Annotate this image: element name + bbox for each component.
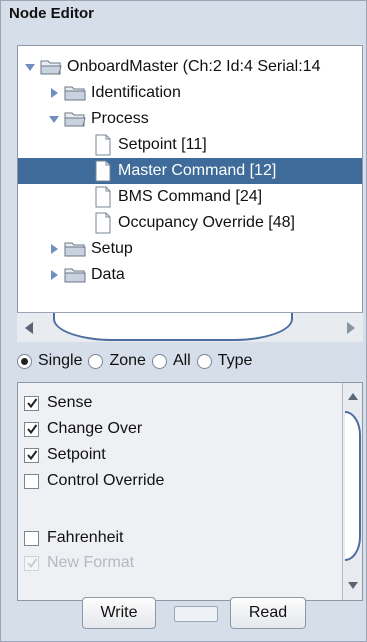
- tree-item-process[interactable]: Process: [48, 106, 149, 132]
- check-new-format[interactable]: New Format: [24, 551, 134, 575]
- radio-unselected-icon[interactable]: [151, 353, 167, 369]
- check-fahrenheit[interactable]: Fahrenheit: [24, 526, 124, 550]
- radio-single[interactable]: Single: [17, 352, 82, 370]
- tree-item-label: Occupancy Override [48]: [118, 214, 295, 231]
- radio-zone[interactable]: Zone: [88, 352, 146, 370]
- expand-right-icon[interactable]: [48, 87, 60, 99]
- check-label: New Format: [47, 554, 135, 571]
- tree-item-label: OnboardMaster (Ch:2 Id:4 Serial:14: [67, 58, 321, 75]
- write-button[interactable]: Write: [82, 597, 156, 629]
- radio-unselected-icon[interactable]: [88, 353, 104, 369]
- expand-down-icon[interactable]: [48, 113, 60, 125]
- folder-open-icon: [64, 110, 86, 128]
- flags-checklist: Sense Change Over Setpoint Control Overr…: [17, 382, 363, 601]
- tree-item-setpoint[interactable]: Setpoint [11]: [94, 132, 213, 158]
- expand-right-icon[interactable]: [48, 269, 60, 281]
- tree-item-occupancy-override[interactable]: Occupancy Override [48]: [94, 210, 295, 236]
- tree-item-onboardmaster[interactable]: OnboardMaster (Ch:2 Id:4 Serial:14: [24, 54, 320, 80]
- radio-label: All: [172, 352, 191, 369]
- checkbox-checked-icon[interactable]: [24, 395, 39, 411]
- check-sense[interactable]: Sense: [24, 391, 92, 415]
- checkbox-checked-icon[interactable]: [24, 555, 39, 571]
- check-change-over[interactable]: Change Over: [24, 417, 142, 441]
- checklist-vertical-scrollbar[interactable]: [342, 383, 362, 600]
- tree-item-label: Setpoint [11]: [118, 136, 207, 153]
- folder-open-icon: [40, 58, 62, 76]
- check-setpoint[interactable]: Setpoint: [24, 443, 106, 467]
- check-label: Change Over: [47, 420, 143, 437]
- radio-type[interactable]: Type: [196, 352, 253, 370]
- check-control-override[interactable]: Control Override: [24, 469, 164, 493]
- radio-unselected-icon[interactable]: [196, 353, 212, 369]
- checkbox-unchecked-icon[interactable]: [24, 530, 39, 546]
- tree-item-label: Setup: [91, 240, 133, 257]
- radio-selected-icon[interactable]: [17, 353, 32, 369]
- tree-item-bms-command[interactable]: BMS Command [24]: [94, 184, 262, 210]
- radio-all[interactable]: All: [151, 352, 191, 370]
- scroll-up-icon[interactable]: [345, 389, 361, 403]
- scrollbar-thumb[interactable]: [53, 313, 293, 341]
- tree-item-label: Data: [91, 266, 125, 283]
- document-icon: [94, 186, 112, 208]
- tree-horizontal-scrollbar[interactable]: [17, 312, 363, 342]
- folder-icon: [64, 84, 86, 102]
- document-icon: [94, 160, 112, 182]
- document-icon: [94, 212, 112, 234]
- read-button[interactable]: Read: [230, 597, 306, 629]
- folder-icon: [64, 266, 86, 284]
- check-label: Setpoint: [47, 446, 106, 463]
- checkbox-checked-icon[interactable]: [24, 447, 39, 463]
- tree-item-label: Master Command [12]: [118, 162, 277, 179]
- tree-item-label: Identification: [91, 84, 181, 101]
- check-label: Fahrenheit: [47, 529, 124, 546]
- expand-down-icon[interactable]: [24, 61, 36, 73]
- scroll-right-icon[interactable]: [339, 319, 361, 337]
- tree-item-label: BMS Command [24]: [118, 188, 263, 205]
- scroll-down-icon[interactable]: [345, 579, 361, 593]
- folder-icon: [64, 240, 86, 258]
- document-icon: [94, 134, 112, 156]
- tree-item-data[interactable]: Data: [48, 262, 125, 288]
- tree-item-setup[interactable]: Setup: [48, 236, 133, 262]
- radio-label: Zone: [109, 352, 146, 369]
- scrollbar-thumb[interactable]: [345, 411, 361, 561]
- checkbox-unchecked-icon[interactable]: [24, 473, 39, 489]
- checkbox-checked-icon[interactable]: [24, 421, 39, 437]
- node-editor-panel: Node Editor OnboardMaster (Ch:2 Id:4 Ser…: [0, 0, 367, 642]
- status-indicator: [174, 606, 218, 622]
- expand-right-icon[interactable]: [48, 243, 60, 255]
- check-label: Control Override: [47, 472, 165, 489]
- mode-radio-group: Single Zone All Type: [17, 346, 363, 376]
- tree-item-master-command[interactable]: Master Command [12]: [18, 158, 362, 184]
- node-tree[interactable]: OnboardMaster (Ch:2 Id:4 Serial:14 Ident…: [17, 45, 363, 342]
- scroll-left-icon[interactable]: [19, 319, 41, 337]
- check-label: Sense: [47, 394, 93, 411]
- radio-label: Type: [217, 352, 253, 369]
- panel-title: Node Editor: [9, 5, 94, 22]
- tree-item-identification[interactable]: Identification: [48, 80, 181, 106]
- tree-item-label: Process: [91, 110, 149, 127]
- radio-label: Single: [38, 352, 83, 369]
